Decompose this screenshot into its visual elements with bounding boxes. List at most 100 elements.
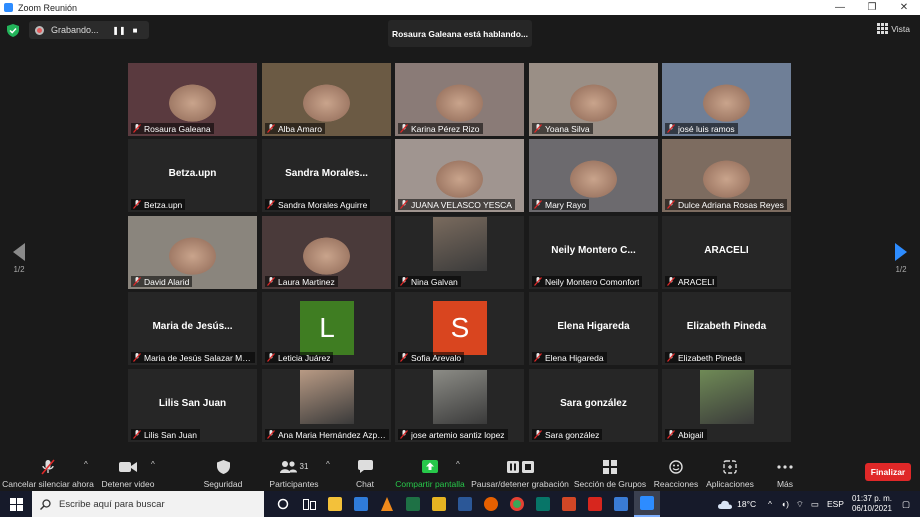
participant-tile[interactable]: L Leticia Juárez — [262, 292, 391, 365]
vlc-icon[interactable] — [374, 491, 400, 517]
participant-tile[interactable]: David Alarid — [128, 216, 257, 289]
minimize-button[interactable]: — — [824, 0, 856, 15]
stop-recording-icon[interactable]: ■ — [127, 26, 143, 35]
network-icon[interactable]: ⌔ — [796, 499, 804, 510]
participant-name: Dulce Adriana Rosas Reyes — [678, 199, 784, 210]
stop-video-label: Detener video — [101, 479, 155, 489]
task-view-icon[interactable] — [296, 491, 322, 517]
muted-mic-icon — [667, 277, 675, 286]
participant-name: Sandra Morales Aguirre — [278, 199, 368, 210]
muted-mic-icon — [400, 124, 408, 133]
apps-icon — [723, 459, 737, 474]
end-meeting-button[interactable]: Finalizar — [865, 463, 911, 481]
audio-options-caret-icon[interactable]: ^ — [84, 460, 88, 469]
volume-icon[interactable]: ◖) — [781, 499, 789, 509]
pause-recording-icon[interactable]: ❚❚ — [111, 26, 127, 35]
photos-icon[interactable] — [426, 491, 452, 517]
system-tray: 18°C ^ ◖) ⌔ ▭ ESP 01:37 p. m. 06/10/2021… — [718, 491, 920, 517]
restore-button[interactable]: ❐ — [856, 0, 888, 15]
participant-tile[interactable]: Neily Montero C... Neily Montero Comonfor… — [529, 216, 658, 289]
participant-tile[interactable]: Laura Martinez — [262, 216, 391, 289]
next-page-button[interactable]: 1/2 — [890, 243, 912, 279]
clock[interactable]: 01:37 p. m. 06/10/2021 — [852, 494, 892, 514]
more-button[interactable]: Más — [772, 458, 798, 489]
participant-tile[interactable]: Sara gonzález Sara gonzález — [529, 369, 658, 442]
language-indicator[interactable]: ESP — [827, 499, 844, 509]
recording-control-button[interactable]: Pausar/detener grabación — [471, 458, 569, 489]
participant-tile[interactable]: Dulce Adriana Rosas Reyes — [662, 139, 791, 212]
excel-icon[interactable] — [400, 491, 426, 517]
participant-tile[interactable]: Rosaura Galeana — [128, 63, 257, 136]
participant-tile[interactable]: Sandra Morales... Sandra Morales Aguirre — [262, 139, 391, 212]
chat-button[interactable]: Chat — [350, 458, 380, 489]
participant-tile[interactable]: Elizabeth Pineda Elizabeth Pineda — [662, 292, 791, 365]
participant-tile[interactable]: Alba Amaro — [262, 63, 391, 136]
participant-name-label: Laura Martinez — [265, 276, 338, 287]
participant-name-label: Sara gonzález — [532, 429, 603, 440]
zoom-taskbar-icon[interactable] — [634, 491, 660, 517]
participant-tile[interactable]: josé luis ramos — [662, 63, 791, 136]
start-button[interactable] — [0, 491, 32, 517]
taskbar-search[interactable]: Escribe aquí para buscar — [32, 491, 264, 517]
participant-name-label: Sofia Arevalo — [398, 352, 465, 363]
arrow-right-icon — [895, 243, 907, 261]
video-options-caret-icon[interactable]: ^ — [151, 460, 155, 469]
tray-chevron-icon[interactable]: ^ — [768, 500, 772, 509]
participant-name: Lilis San Juan — [144, 429, 197, 440]
view-button[interactable]: Vista — [877, 23, 910, 34]
participant-display-name: Betza.upn — [168, 168, 217, 179]
chrome-icon[interactable] — [504, 491, 530, 517]
participant-name-label: Ana Maria Hernández Azpi... — [265, 429, 389, 440]
muted-mic-icon — [41, 458, 55, 475]
powerpoint-icon[interactable] — [556, 491, 582, 517]
participants-button[interactable]: 31 Participantes — [268, 458, 320, 489]
security-button[interactable]: Seguridad — [200, 458, 246, 489]
participant-tile[interactable]: Betza.upn Betza.upn — [128, 139, 257, 212]
participant-tile[interactable]: S Sofia Arevalo — [395, 292, 524, 365]
firefox-icon[interactable] — [478, 491, 504, 517]
participant-name-label: Rosaura Galeana — [131, 123, 214, 134]
encryption-shield-icon[interactable] — [7, 23, 19, 37]
participant-tile[interactable]: Abigail — [662, 369, 791, 442]
participant-name: Betza.upn — [144, 199, 183, 210]
participant-name: David Alarid — [144, 276, 190, 287]
participant-tile[interactable]: jose artemio santiz lopez — [395, 369, 524, 442]
stop-video-button[interactable]: Detener video — [100, 458, 156, 489]
breakout-rooms-button[interactable]: Sección de Grupos — [574, 458, 646, 489]
participants-caret-icon[interactable]: ^ — [326, 460, 330, 469]
participant-display-name: Sara gonzález — [560, 398, 627, 409]
participant-tile[interactable]: ARACELI ARACELI — [662, 216, 791, 289]
battery-icon[interactable]: ▭ — [811, 499, 819, 510]
prev-page-button[interactable]: 1/2 — [8, 243, 30, 279]
video-camera-icon — [119, 461, 137, 472]
participant-name-label: josé luis ramos — [665, 123, 738, 134]
cortana-icon[interactable] — [270, 491, 296, 517]
participant-tile[interactable]: Elena Higareda Elena Higareda — [529, 292, 658, 365]
participant-tile[interactable]: Lilis San Juan Lilis San Juan — [128, 369, 257, 442]
participant-tile[interactable]: Ana Maria Hernández Azpi... — [262, 369, 391, 442]
participant-tile[interactable]: Yoana Silva — [529, 63, 658, 136]
participants-label: Participantes — [269, 479, 319, 489]
participant-tile[interactable]: Nina Galvan — [395, 216, 524, 289]
participant-name-label: Neily Montero Comonfort — [532, 276, 643, 287]
participant-tile[interactable]: Maria de Jesús... Maria de Jesús Salazar … — [128, 292, 257, 365]
mail-icon[interactable] — [348, 491, 374, 517]
apps-button[interactable]: Aplicaciones — [706, 458, 754, 489]
participant-tile[interactable]: Mary Rayo — [529, 139, 658, 212]
word-icon[interactable] — [452, 491, 478, 517]
participant-name-label: jose artemio santiz lopez — [398, 429, 508, 440]
reactions-button[interactable]: Reacciones — [654, 458, 698, 489]
notifications-icon[interactable]: ▢ — [902, 499, 910, 510]
muted-mic-icon — [534, 430, 542, 439]
muted-mic-icon — [534, 200, 542, 209]
participant-avatar: S — [433, 301, 487, 355]
acrobat-icon[interactable] — [582, 491, 608, 517]
unmute-button[interactable]: Cancelar silenciar ahora — [2, 458, 94, 489]
close-button[interactable]: ✕ — [888, 0, 920, 15]
publisher-icon[interactable] — [530, 491, 556, 517]
participant-tile[interactable]: Karina Pérez Rizo — [395, 63, 524, 136]
share-options-caret-icon[interactable]: ^ — [456, 460, 460, 469]
file-explorer-icon[interactable] — [322, 491, 348, 517]
participant-tile[interactable]: JUANA VELASCO YESCA — [395, 139, 524, 212]
screen-app-icon[interactable] — [608, 491, 634, 517]
